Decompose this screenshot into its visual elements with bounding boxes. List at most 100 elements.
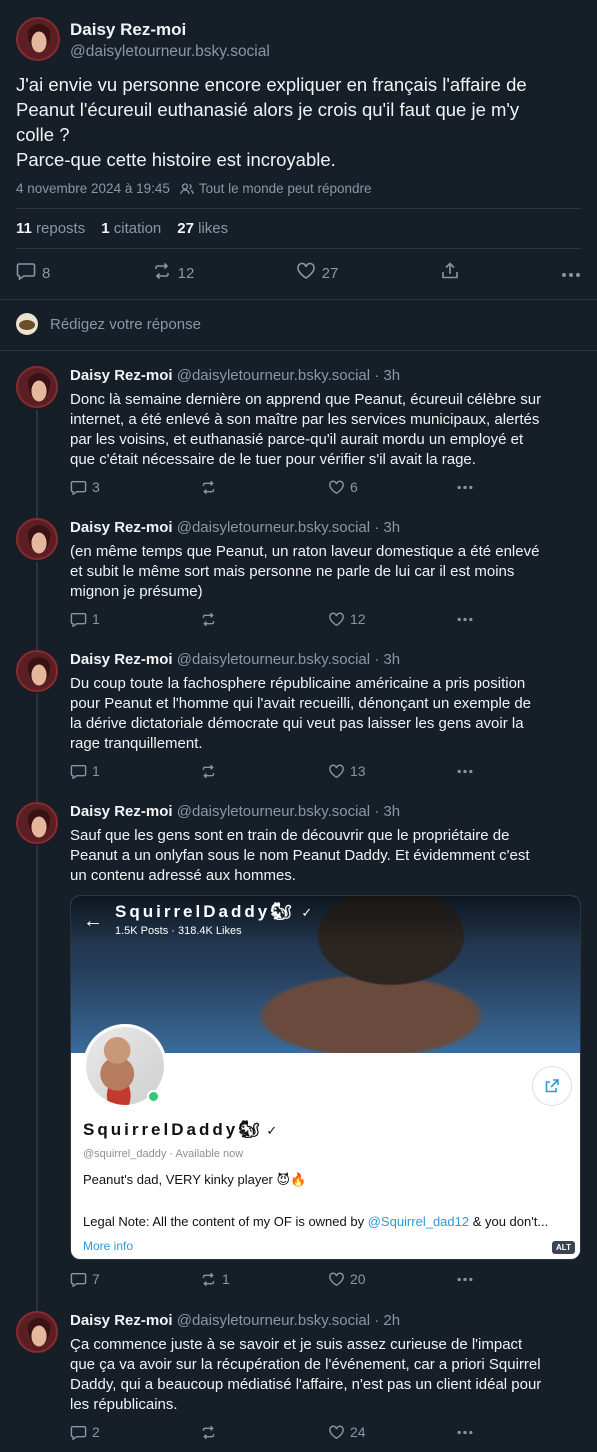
reposts-stat[interactable]: 11 reposts xyxy=(16,220,85,237)
author-avatar[interactable] xyxy=(16,802,58,844)
reply-icon xyxy=(70,764,87,779)
author-avatar[interactable] xyxy=(16,518,58,560)
post-text: (en même temps que Peanut, un raton lave… xyxy=(70,542,580,602)
alt-text-badge[interactable]: ALT xyxy=(552,1241,575,1254)
author-name[interactable]: Daisy Rez-moi xyxy=(70,803,173,820)
quotes-stat[interactable]: 1 citation xyxy=(101,220,161,237)
more-options-button[interactable] xyxy=(456,1424,474,1440)
main-post-line: colle ? xyxy=(16,124,70,145)
post-actions: 3 6 xyxy=(70,479,490,495)
divider xyxy=(0,350,597,351)
repost-icon xyxy=(202,480,215,494)
back-arrow-icon: ← xyxy=(83,910,103,932)
post-line: et subit le même sort mais personne ne p… xyxy=(70,563,515,580)
profile-stats: 1.5K Posts · 318.4K Likes xyxy=(115,925,242,937)
more-icon xyxy=(457,617,473,621)
author-handle[interactable]: @daisyletourneur.bsky.social xyxy=(177,519,370,536)
reply-icon xyxy=(70,612,87,627)
post-text: Sauf que les gens sont en train de décou… xyxy=(70,826,580,886)
post-time: · 2h xyxy=(374,1312,401,1329)
reply-button[interactable]: 7 xyxy=(70,1271,200,1287)
post-line: (en même temps que Peanut, un raton lave… xyxy=(70,543,540,560)
author-avatar[interactable] xyxy=(16,1311,58,1353)
embedded-image[interactable]: ← SquirrelDaddy🐿 ✓ 1.5K Posts · 318.4K L… xyxy=(70,895,581,1260)
share-button[interactable] xyxy=(440,262,460,284)
repost-icon xyxy=(202,1425,215,1439)
reply-composer[interactable]: Rédigez votre réponse xyxy=(16,313,201,335)
repost-button[interactable]: 12 xyxy=(152,262,195,284)
repost-button[interactable] xyxy=(200,1424,328,1440)
share-profile-icon xyxy=(532,1066,572,1106)
like-button[interactable]: 12 xyxy=(328,611,456,627)
author-avatar[interactable] xyxy=(16,650,58,692)
main-post-header: Daisy Rez-moi @daisyletourneur.bsky.soci… xyxy=(16,17,270,61)
like-button[interactable]: 24 xyxy=(328,1424,456,1440)
author-handle[interactable]: @daisyletourneur.bsky.social xyxy=(177,803,370,820)
reply-count: 1 xyxy=(92,763,100,779)
post-date: 4 novembre 2024 à 19:45 xyxy=(16,181,170,196)
post-actions: 1 12 xyxy=(70,611,490,627)
main-post-line: J'ai envie vu personne encore expliquer … xyxy=(16,74,527,95)
more-options-button[interactable] xyxy=(561,265,581,282)
like-button[interactable]: 27 xyxy=(296,262,339,284)
post-line: un contenu adressé aux hommes. xyxy=(70,867,296,884)
repost-icon xyxy=(202,1272,215,1286)
reply-button[interactable]: 8 xyxy=(16,262,50,284)
post-header: Daisy Rez-moi @daisyletourneur.bsky.soci… xyxy=(70,519,400,536)
reply-button[interactable]: 3 xyxy=(70,479,200,495)
reply-button[interactable]: 1 xyxy=(70,611,200,627)
author-name[interactable]: Daisy Rez-moi xyxy=(70,519,173,536)
repost-button[interactable]: 1 xyxy=(200,1271,328,1287)
author-handle[interactable]: @daisyletourneur.bsky.social xyxy=(177,1312,370,1329)
post-line: Daddy, qui a beaucoup médiatisé l'affair… xyxy=(70,1376,542,1393)
repost-button[interactable] xyxy=(200,763,328,779)
like-button[interactable]: 13 xyxy=(328,763,456,779)
more-options-button[interactable] xyxy=(456,611,474,627)
post-actions: 1 13 xyxy=(70,763,490,779)
reply-count: 8 xyxy=(42,264,51,282)
post-line: Du coup toute la fachosphere républicain… xyxy=(70,675,526,692)
author-name[interactable]: Daisy Rez-moi xyxy=(70,651,173,668)
reply-placeholder[interactable]: Rédigez votre réponse xyxy=(50,316,201,333)
post-line: que ça va avoir sur la récupération de l… xyxy=(70,1356,541,1373)
more-icon xyxy=(457,485,473,489)
heart-icon xyxy=(329,612,344,626)
more-options-button[interactable] xyxy=(456,479,474,495)
repost-icon xyxy=(202,612,215,626)
author-handle[interactable]: @daisyletourneur.bsky.social xyxy=(177,367,370,384)
more-icon xyxy=(457,769,473,773)
thread-line xyxy=(36,694,38,802)
like-count: 27 xyxy=(321,264,339,282)
more-options-button[interactable] xyxy=(456,763,474,779)
repost-count: 12 xyxy=(177,264,195,282)
repost-button[interactable] xyxy=(200,611,328,627)
heart-icon xyxy=(296,262,316,284)
more-options-button[interactable] xyxy=(456,1271,474,1287)
reply-button[interactable]: 1 xyxy=(70,763,200,779)
author-handle[interactable]: @daisyletourneur.bsky.social xyxy=(177,651,370,668)
likes-stat[interactable]: 27 likes xyxy=(177,220,228,237)
reply-icon xyxy=(70,1272,87,1287)
like-button[interactable]: 6 xyxy=(328,479,456,495)
profile-title: SquirrelDaddy🐿 ✓ xyxy=(115,902,316,922)
author-handle[interactable]: @daisyletourneur.bsky.social xyxy=(70,43,270,61)
like-button[interactable]: 20 xyxy=(328,1271,456,1287)
author-name[interactable]: Daisy Rez-moi xyxy=(70,367,173,384)
author-avatar[interactable] xyxy=(16,17,60,61)
repost-icon xyxy=(152,262,172,284)
author-name[interactable]: Daisy Rez-moi xyxy=(70,20,270,40)
post-line: que c'était nécessaire de le tuer pour v… xyxy=(70,451,476,468)
thread-line xyxy=(36,846,38,1311)
reply-setting[interactable]: Tout le monde peut répondre xyxy=(199,181,372,196)
author-name[interactable]: Daisy Rez-moi xyxy=(70,1312,173,1329)
repost-button[interactable] xyxy=(200,479,328,495)
profile-legal-note: Legal Note: All the content of my OF is … xyxy=(83,1214,549,1229)
divider xyxy=(0,299,597,300)
engagement-stats: 11 reposts 1 citation 27 likes xyxy=(16,220,228,237)
post-line: la dérive dictatoriale démocrate qui veu… xyxy=(70,715,524,732)
author-avatar[interactable] xyxy=(16,366,58,408)
reply-button[interactable]: 2 xyxy=(70,1424,200,1440)
post-actions: 7 1 20 xyxy=(70,1271,490,1287)
post-line: les républicains. xyxy=(70,1396,178,1413)
post-line: Donc là semaine dernière on apprend que … xyxy=(70,391,542,408)
